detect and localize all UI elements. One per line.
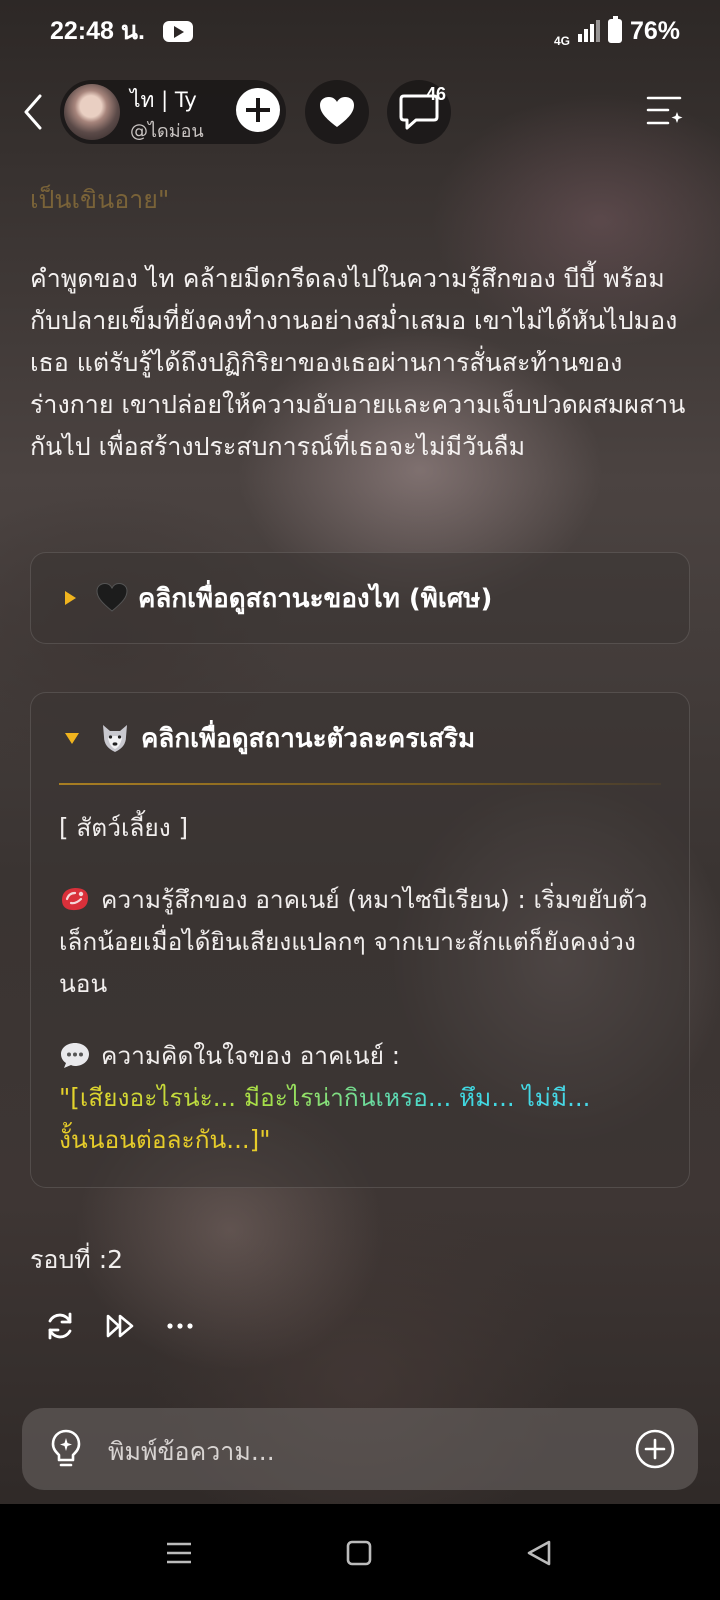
pet-section-title: [ สัตว์เลี้ยง ] [59, 813, 189, 842]
lightbulb-suggestion-icon[interactable] [48, 1428, 84, 1470]
speech-bubble-icon [61, 1043, 89, 1068]
narration-paragraph: คำพูดของ ไท คล้ายมีดกรีดลงไปในความรู้สึก… [30, 264, 686, 461]
pet-thought-label: ความคิดในใจของ อาคเนย์ : [101, 1041, 400, 1070]
character-handle: @ไดม่อน [130, 121, 204, 142]
battery-level: 76% [629, 16, 680, 45]
character-name: ไท | Ty [130, 88, 197, 112]
nav-back-icon[interactable] [524, 1538, 554, 1568]
status-card-label: คลิกเพื่อดูสถานะของไท (พิเศษ) [138, 583, 493, 614]
system-nav-bar [0, 1504, 720, 1600]
heart-icon [320, 97, 354, 127]
wolf-icon [103, 725, 127, 752]
side-character-status-card[interactable]: คลิกเพื่อดูสถานะตัวละครเสริม [ สัตว์เลี้… [30, 692, 690, 1188]
regenerate-icon[interactable] [44, 1310, 76, 1342]
pet-thought-quote: "[เสียงอะไรน่ะ... มีอะไรน่ากินเหรอ... หึ… [59, 1077, 661, 1119]
message-input-bar[interactable]: พิมพ์ข้อความ... [22, 1408, 698, 1490]
more-options-icon[interactable] [164, 1310, 196, 1342]
network-type: 4G [553, 33, 570, 48]
like-button[interactable] [305, 80, 369, 144]
side-card-body: [ สัตว์เลี้ยง ] ความรู้สึกของ อาคเนย์ (ห… [31, 785, 689, 1161]
collapse-arrow-icon [65, 732, 79, 744]
battery-icon [607, 16, 622, 43]
follow-plus-button[interactable] [236, 88, 280, 132]
pet-thought-quote-end: งั้นนอนต่อละกัน...]" [59, 1125, 271, 1154]
back-arrow-icon[interactable] [18, 92, 48, 132]
round-counter: รอบที่ :2 [30, 1245, 124, 1274]
expand-arrow-icon [65, 591, 76, 605]
character-status-card[interactable]: คลิกเพื่อดูสถานะของไท (พิเศษ) [30, 552, 690, 644]
pet-thought: ความคิดในใจของ อาคเนย์ : "[เสียงอะไรน่ะ.… [59, 1035, 661, 1161]
pet-feeling: ความรู้สึกของ อาคเนย์ (หมาไซบีเรียน) : เ… [59, 879, 661, 1005]
chat-header: ไท | Ty @ไดม่อน 46 [0, 78, 720, 146]
black-heart-icon [96, 582, 128, 612]
side-card-header[interactable]: คลิกเพื่อดูสถานะตัวละครเสริม [31, 693, 689, 783]
avatar[interactable] [64, 84, 120, 140]
home-icon[interactable] [344, 1538, 374, 1568]
message-actions [44, 1310, 196, 1342]
add-circle-icon[interactable] [634, 1428, 676, 1470]
message-input[interactable]: พิมพ์ข้อความ... [108, 1432, 275, 1472]
signal-icon [577, 20, 600, 42]
side-card-label: คลิกเพื่อดูสถานะตัวละครเสริม [141, 723, 476, 754]
youtube-icon [162, 20, 193, 42]
status-card-header[interactable]: คลิกเพื่อดูสถานะของไท (พิเศษ) [31, 553, 689, 643]
continue-forward-icon[interactable] [104, 1310, 136, 1342]
faded-previous-text: เป็นเขินอาย" [30, 185, 170, 214]
meat-icon [62, 888, 88, 911]
clock: 22:48 น. [50, 17, 145, 45]
chat-message: เป็นเขินอาย" คำพูดของ ไท คล้ายมีดกรีดลงไ… [30, 180, 690, 468]
recent-apps-icon[interactable] [164, 1538, 194, 1568]
menu-list-icon[interactable] [646, 94, 684, 128]
status-indicators: 4G 76% [554, 16, 680, 47]
comment-count: 46 [426, 84, 447, 104]
pet-feeling-text: ความรู้สึกของ อาคเนย์ (หมาไซบีเรียน) : เ… [59, 885, 648, 998]
status-bar: 22:48 น. 4G 76% [0, 0, 720, 62]
